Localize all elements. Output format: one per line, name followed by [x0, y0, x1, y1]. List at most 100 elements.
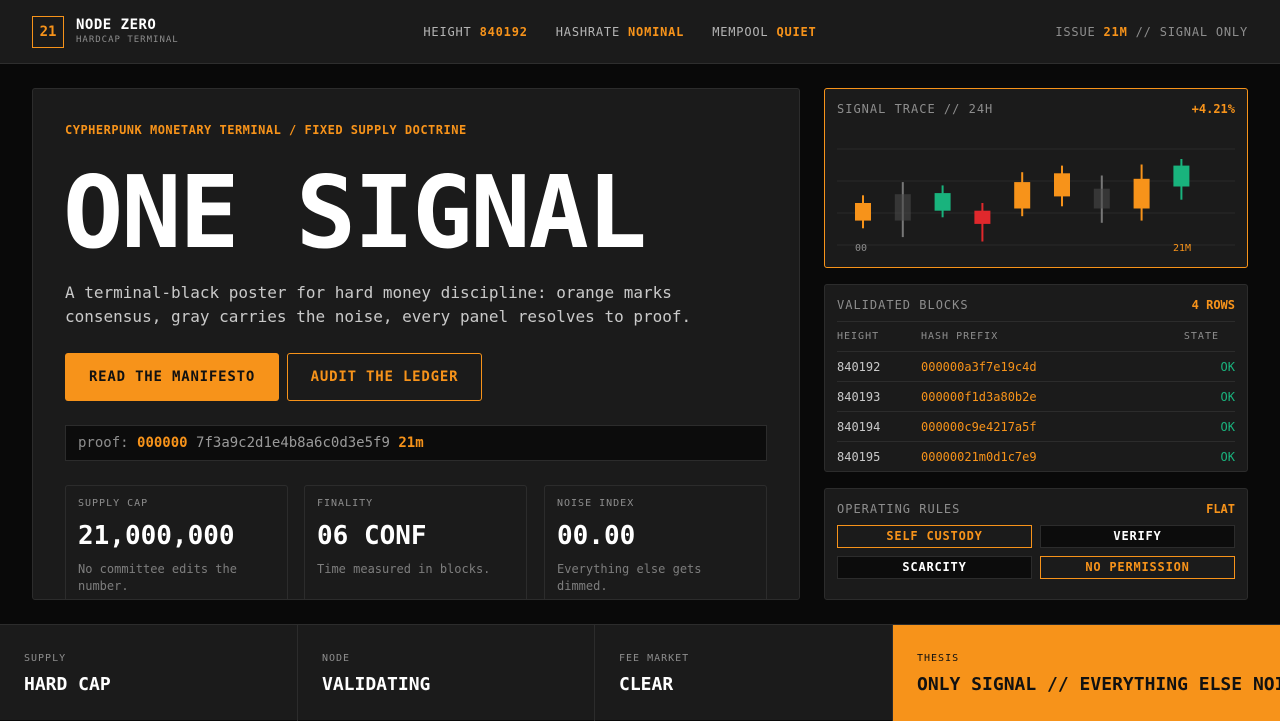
column-header-state: STATE [1183, 331, 1219, 342]
card-label: NOISE INDEX [557, 498, 635, 509]
footer-value: VALIDATING [322, 674, 431, 695]
x-axis-end-label: 21M [1173, 243, 1191, 254]
card-value: 06 CONF [317, 521, 427, 551]
table-row[interactable]: 840195 00000021m0d1c7e9 OK [837, 441, 1235, 471]
candle-body [1093, 188, 1110, 209]
proof-hash: 7f3a9c2d1e4b8a6c0d3e5f9 [196, 435, 390, 451]
issue-prefix: ISSUE [1055, 25, 1096, 39]
candle [855, 195, 871, 229]
candle-body [934, 193, 951, 211]
footer-label: FEE MARKET [619, 653, 690, 664]
trace-title: SIGNAL TRACE // 24H [837, 102, 994, 116]
card-value: 21,000,000 [78, 521, 235, 551]
trace-change: +4.21% [1191, 102, 1235, 116]
supply-cap-card: SUPPLY CAP 21,000,000 No committee edits… [65, 485, 288, 599]
block-state: OK [1220, 390, 1235, 404]
candle-body [1054, 173, 1070, 197]
issue-value: 21M [1103, 25, 1128, 39]
table-row[interactable]: 840192 000000a3f7e19c4d OK [837, 351, 1235, 381]
candle-body [894, 194, 911, 221]
stat-label: MEMPOOL [712, 25, 769, 39]
footer-label: THESIS [917, 653, 960, 664]
table-header: HEIGHT HASH PREFIX STATE [837, 321, 1235, 351]
rule-no-permission[interactable]: NO PERMISSION [1040, 556, 1235, 579]
hero-eyebrow: CYPHERPUNK MONETARY TERMINAL / FIXED SUP… [65, 123, 467, 137]
block-state: OK [1220, 360, 1235, 374]
footer-value: ONLY SIGNAL // EVERYTHING ELSE NOISE [917, 674, 1280, 695]
card-note: No committee edits the number. [78, 562, 237, 593]
network-stats: HEIGHT 840192 HASHRATE NOMINAL MEMPOOL Q… [0, 25, 1240, 39]
stat-value: QUIET [776, 25, 817, 39]
hero-headline: ONE SIGNAL [63, 154, 647, 271]
proof-label: proof: [78, 435, 129, 451]
candles [855, 159, 1190, 242]
candlestick-chart: 00 21M [837, 148, 1235, 254]
candle [974, 203, 991, 242]
block-height: 840195 [837, 450, 881, 464]
block-height: 840194 [837, 420, 881, 434]
footer-thesis: THESIS ONLY SIGNAL // EVERYTHING ELSE NO… [893, 625, 1280, 721]
rule-self-custody[interactable]: SELF CUSTODY [837, 525, 1032, 548]
finality-card: FINALITY 06 CONF Time measured in blocks… [304, 485, 527, 599]
proof-tail: 21m [398, 435, 424, 451]
card-note: Time measured in blocks. [317, 562, 491, 576]
footer-value: CLEAR [619, 674, 674, 695]
column-header-hash: HASH PREFIX [921, 331, 999, 342]
footer-fee-market: FEE MARKET CLEAR [595, 625, 893, 721]
stat-mempool: MEMPOOL QUIET [712, 25, 816, 39]
proof-zeros: 000000 [137, 435, 188, 451]
card-note: Everything else gets dimmed. [557, 562, 702, 593]
hero-description: A terminal-black poster for hard money d… [65, 283, 692, 326]
block-state: OK [1220, 450, 1235, 464]
block-hash: 00000021m0d1c7e9 [921, 450, 1037, 464]
blocks-title: VALIDATED BLOCKS [837, 298, 969, 312]
candle [1014, 172, 1031, 217]
column-header-height: HEIGHT [837, 331, 880, 342]
rule-scarcity[interactable]: SCARCITY [837, 556, 1032, 579]
candle [1133, 164, 1150, 221]
read-manifesto-button[interactable]: READ THE MANIFESTO [65, 353, 279, 401]
candle [1054, 165, 1070, 207]
proof-string: proof: 000000 7f3a9c2d1e4b8a6c0d3e5f9 21… [65, 425, 767, 461]
noise-index-card: NOISE INDEX 00.00 Everything else gets d… [544, 485, 767, 599]
block-hash: 000000a3f7e19c4d [921, 360, 1037, 374]
candle [894, 182, 911, 238]
candle [1093, 175, 1110, 223]
block-height: 840193 [837, 390, 881, 404]
candle-body [855, 203, 871, 221]
stat-label: HASHRATE [555, 25, 620, 39]
candle-body [1173, 165, 1190, 187]
card-value: 00.00 [557, 521, 636, 551]
card-label: FINALITY [317, 498, 374, 509]
rule-verify[interactable]: VERIFY [1040, 525, 1235, 548]
rules-title: OPERATING RULES [837, 502, 961, 516]
stat-height: HEIGHT 840192 [423, 25, 527, 39]
candle [1173, 159, 1190, 200]
block-height: 840192 [837, 360, 881, 374]
table-row[interactable]: 840193 000000f1d3a80b2e OK [837, 381, 1235, 411]
candle-body [1133, 178, 1150, 209]
stat-value: 840192 [479, 25, 528, 39]
issue-indicator: ISSUE 21M // SIGNAL ONLY [1055, 25, 1248, 39]
footer-bar: SUPPLY HARD CAP NODE VALIDATING FEE MARK… [0, 624, 1280, 721]
footer-supply: SUPPLY HARD CAP [0, 625, 298, 721]
candle-body [1014, 182, 1031, 209]
audit-ledger-button[interactable]: AUDIT THE LEDGER [287, 353, 482, 401]
signal-trace-panel: SIGNAL TRACE // 24H +4.21% 00 21M [824, 88, 1248, 268]
stat-value: NOMINAL [628, 25, 685, 39]
x-axis-start-label: 00 [855, 243, 867, 254]
hero-panel: CYPHERPUNK MONETARY TERMINAL / FIXED SUP… [32, 88, 800, 600]
stat-label: HEIGHT [423, 25, 472, 39]
top-bar: 21 NODE ZERO HARDCAP TERMINAL HEIGHT 840… [0, 0, 1280, 64]
issue-suffix: // SIGNAL ONLY [1135, 25, 1248, 39]
operating-rules-panel: OPERATING RULES FLAT SELF CUSTODY VERIFY… [824, 488, 1248, 600]
block-hash: 000000f1d3a80b2e [921, 390, 1037, 404]
card-label: SUPPLY CAP [78, 498, 149, 509]
footer-label: NODE [322, 653, 351, 664]
table-row[interactable]: 840194 000000c9e4217a5f OK [837, 411, 1235, 441]
rules-tag: FLAT [1206, 502, 1235, 516]
block-state: OK [1220, 420, 1235, 434]
validated-blocks-panel: VALIDATED BLOCKS 4 ROWS HEIGHT HASH PREF… [824, 284, 1248, 472]
blocks-count: 4 ROWS [1191, 298, 1235, 312]
footer-node: NODE VALIDATING [298, 625, 595, 721]
